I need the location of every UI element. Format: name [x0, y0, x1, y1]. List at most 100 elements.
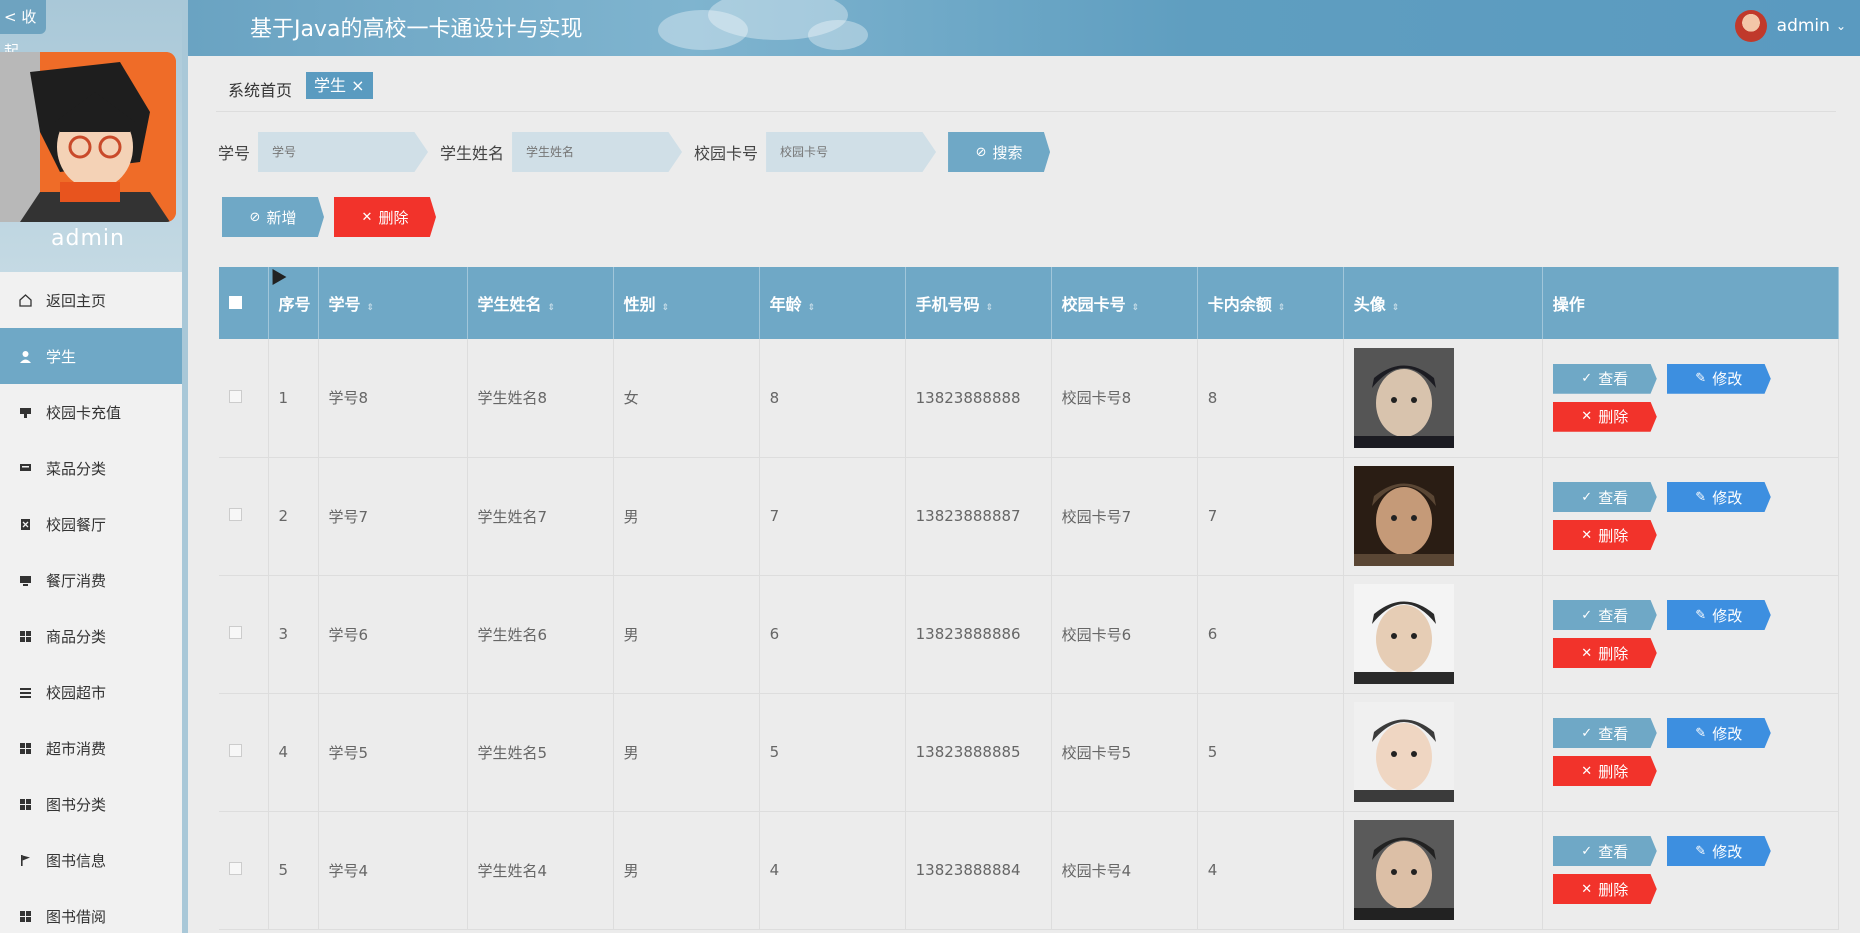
- cell-student-no: 学号8: [318, 339, 468, 457]
- add-button[interactable]: ⊘ 新增: [222, 197, 324, 237]
- tab-student[interactable]: 学生 ×: [306, 72, 373, 99]
- row-select-cell: [219, 457, 269, 575]
- check-icon: ✓: [1581, 489, 1593, 505]
- cell-gender: 男: [613, 693, 760, 811]
- view-button-label: 查看: [1598, 842, 1629, 861]
- cell-student-name: 学生姓名5: [467, 693, 614, 811]
- student-name-label: 学生姓名: [440, 144, 505, 163]
- flag-icon: [18, 853, 32, 867]
- card-icon: [18, 405, 32, 419]
- sort-icon[interactable]: ⇕: [1392, 303, 1400, 313]
- view-button[interactable]: ✓ 查看: [1552, 718, 1657, 748]
- check-icon: ✓: [1581, 607, 1593, 623]
- table-row: 4 学号5 学生姓名5 男 5 13823888885 校园卡号5 5 ✓ 查看 …: [219, 693, 1840, 811]
- edit-button[interactable]: ✎ 修改: [1666, 718, 1771, 748]
- cell-actions: ✓ 查看 ✎ 修改 ✕ 删除: [1542, 457, 1840, 575]
- cell-avatar: [1343, 339, 1543, 457]
- cell-student-no: 学号7: [318, 457, 468, 575]
- sidebar-item-student[interactable]: 学生: [0, 328, 182, 384]
- edit-button[interactable]: ✎ 修改: [1666, 363, 1771, 394]
- sidebar-item-supermarket[interactable]: 校园超市: [0, 664, 182, 720]
- sidebar-item-book-info[interactable]: 图书信息: [0, 832, 182, 888]
- row-select-cell: [219, 575, 269, 693]
- row-checkbox[interactable]: [229, 862, 242, 875]
- cell-card-no: 校园卡号8: [1051, 339, 1198, 457]
- row-checkbox[interactable]: [229, 626, 242, 639]
- view-button[interactable]: ✓ 查看: [1552, 836, 1657, 866]
- select-all-checkbox[interactable]: [229, 295, 242, 309]
- delete-button-label: 删除: [1598, 408, 1629, 427]
- sort-icon[interactable]: ⇕: [808, 303, 816, 313]
- sidebar-item-label: 返回主页: [46, 291, 107, 310]
- col-avatar[interactable]: 头像 ⇕: [1343, 267, 1543, 339]
- sort-icon[interactable]: ⇕: [1132, 303, 1140, 313]
- edit-button[interactable]: ✎ 修改: [1666, 482, 1771, 512]
- batch-delete-button[interactable]: ✕ 删除: [334, 197, 436, 237]
- col-gender[interactable]: 性别 ⇕: [613, 267, 760, 339]
- student-name-input[interactable]: [512, 132, 683, 172]
- col-card-no[interactable]: 校园卡号 ⇕: [1051, 267, 1198, 339]
- row-checkbox[interactable]: [229, 508, 242, 521]
- edit-button[interactable]: ✎ 修改: [1666, 836, 1771, 866]
- view-button-label: 查看: [1598, 370, 1629, 389]
- sidebar-scrollbar[interactable]: [182, 0, 188, 933]
- cell-age: 8: [759, 339, 906, 457]
- sidebar-item-card-recharge[interactable]: 校园卡充值: [0, 384, 182, 440]
- sort-icon[interactable]: ⇕: [662, 303, 670, 313]
- header-cloud: [808, 20, 868, 50]
- edit-button[interactable]: ✎ 修改: [1666, 600, 1771, 630]
- delete-button[interactable]: ✕ 删除: [1552, 756, 1657, 786]
- sort-icon[interactable]: ⇕: [986, 303, 994, 313]
- collapse-button[interactable]: < 收起: [0, 0, 46, 60]
- sidebar-item-goods-category[interactable]: 商品分类: [0, 608, 182, 664]
- close-icon[interactable]: ×: [351, 76, 364, 95]
- sidebar-item-supermarket-consumption[interactable]: 超市消费: [0, 720, 182, 776]
- breadcrumb-home[interactable]: 系统首页: [228, 77, 292, 101]
- delete-button[interactable]: ✕ 删除: [1552, 874, 1657, 904]
- col-balance[interactable]: 卡内余额 ⇕: [1197, 267, 1344, 339]
- cell-student-name: 学生姓名8: [467, 339, 614, 457]
- delete-button[interactable]: ✕ 删除: [1552, 520, 1657, 550]
- cell-age: 7: [759, 457, 906, 575]
- student-no-label: 学号: [218, 144, 251, 163]
- sort-icon[interactable]: ⇕: [367, 303, 375, 313]
- batch-delete-label: 删除: [378, 208, 409, 227]
- grid-icon: [18, 797, 32, 811]
- view-button-label: 查看: [1598, 488, 1629, 507]
- cell-balance: 8: [1197, 339, 1344, 457]
- col-student-name[interactable]: 学生姓名 ⇕: [467, 267, 614, 339]
- delete-button[interactable]: ✕ 删除: [1552, 638, 1657, 668]
- sidebar-item-book-borrow[interactable]: 图书借阅: [0, 888, 182, 933]
- sort-icon[interactable]: ⇕: [548, 303, 556, 313]
- view-button[interactable]: ✓ 查看: [1552, 482, 1657, 512]
- row-checkbox[interactable]: [229, 744, 242, 757]
- col-label: 性别: [623, 295, 656, 314]
- search-button[interactable]: ⊘ 搜索: [948, 132, 1051, 172]
- app-title: 基于Java的高校一卡通设计与实现: [250, 17, 583, 42]
- cell-student-no: 学号5: [318, 693, 468, 811]
- sidebar-item-book-category[interactable]: 图书分类: [0, 776, 182, 832]
- col-student-no[interactable]: 学号 ⇕: [318, 267, 468, 339]
- sort-icon[interactable]: ⇕: [1278, 303, 1286, 313]
- sidebar-item-home[interactable]: 返回主页: [0, 272, 182, 328]
- col-age[interactable]: 年龄 ⇕: [759, 267, 906, 339]
- view-button[interactable]: ✓ 查看: [1552, 363, 1657, 394]
- card-no-input[interactable]: [766, 132, 937, 172]
- col-label: 年龄: [769, 295, 802, 314]
- sidebar-item-dish-category[interactable]: 菜品分类: [0, 440, 182, 496]
- view-button[interactable]: ✓ 查看: [1552, 600, 1657, 630]
- sidebar-item-label: 商品分类: [46, 627, 107, 646]
- student-no-input[interactable]: [258, 132, 429, 172]
- sidebar-item-restaurant-consumption[interactable]: 餐厅消费: [0, 552, 182, 608]
- col-phone[interactable]: 手机号码 ⇕: [905, 267, 1052, 339]
- row-select-cell: [219, 693, 269, 811]
- cell-card-no: 校园卡号4: [1051, 811, 1198, 929]
- edit-icon: ✎: [1695, 607, 1707, 623]
- row-checkbox[interactable]: [229, 389, 242, 403]
- edit-button-label: 修改: [1712, 724, 1743, 743]
- sidebar-item-restaurant[interactable]: 校园餐厅: [0, 496, 182, 552]
- cell-actions: ✓ 查看 ✎ 修改 ✕ 删除: [1542, 339, 1840, 457]
- header-username: admin: [1776, 16, 1830, 36]
- user-menu[interactable]: admin ⌄: [1734, 10, 1846, 42]
- delete-button[interactable]: ✕ 删除: [1552, 401, 1657, 432]
